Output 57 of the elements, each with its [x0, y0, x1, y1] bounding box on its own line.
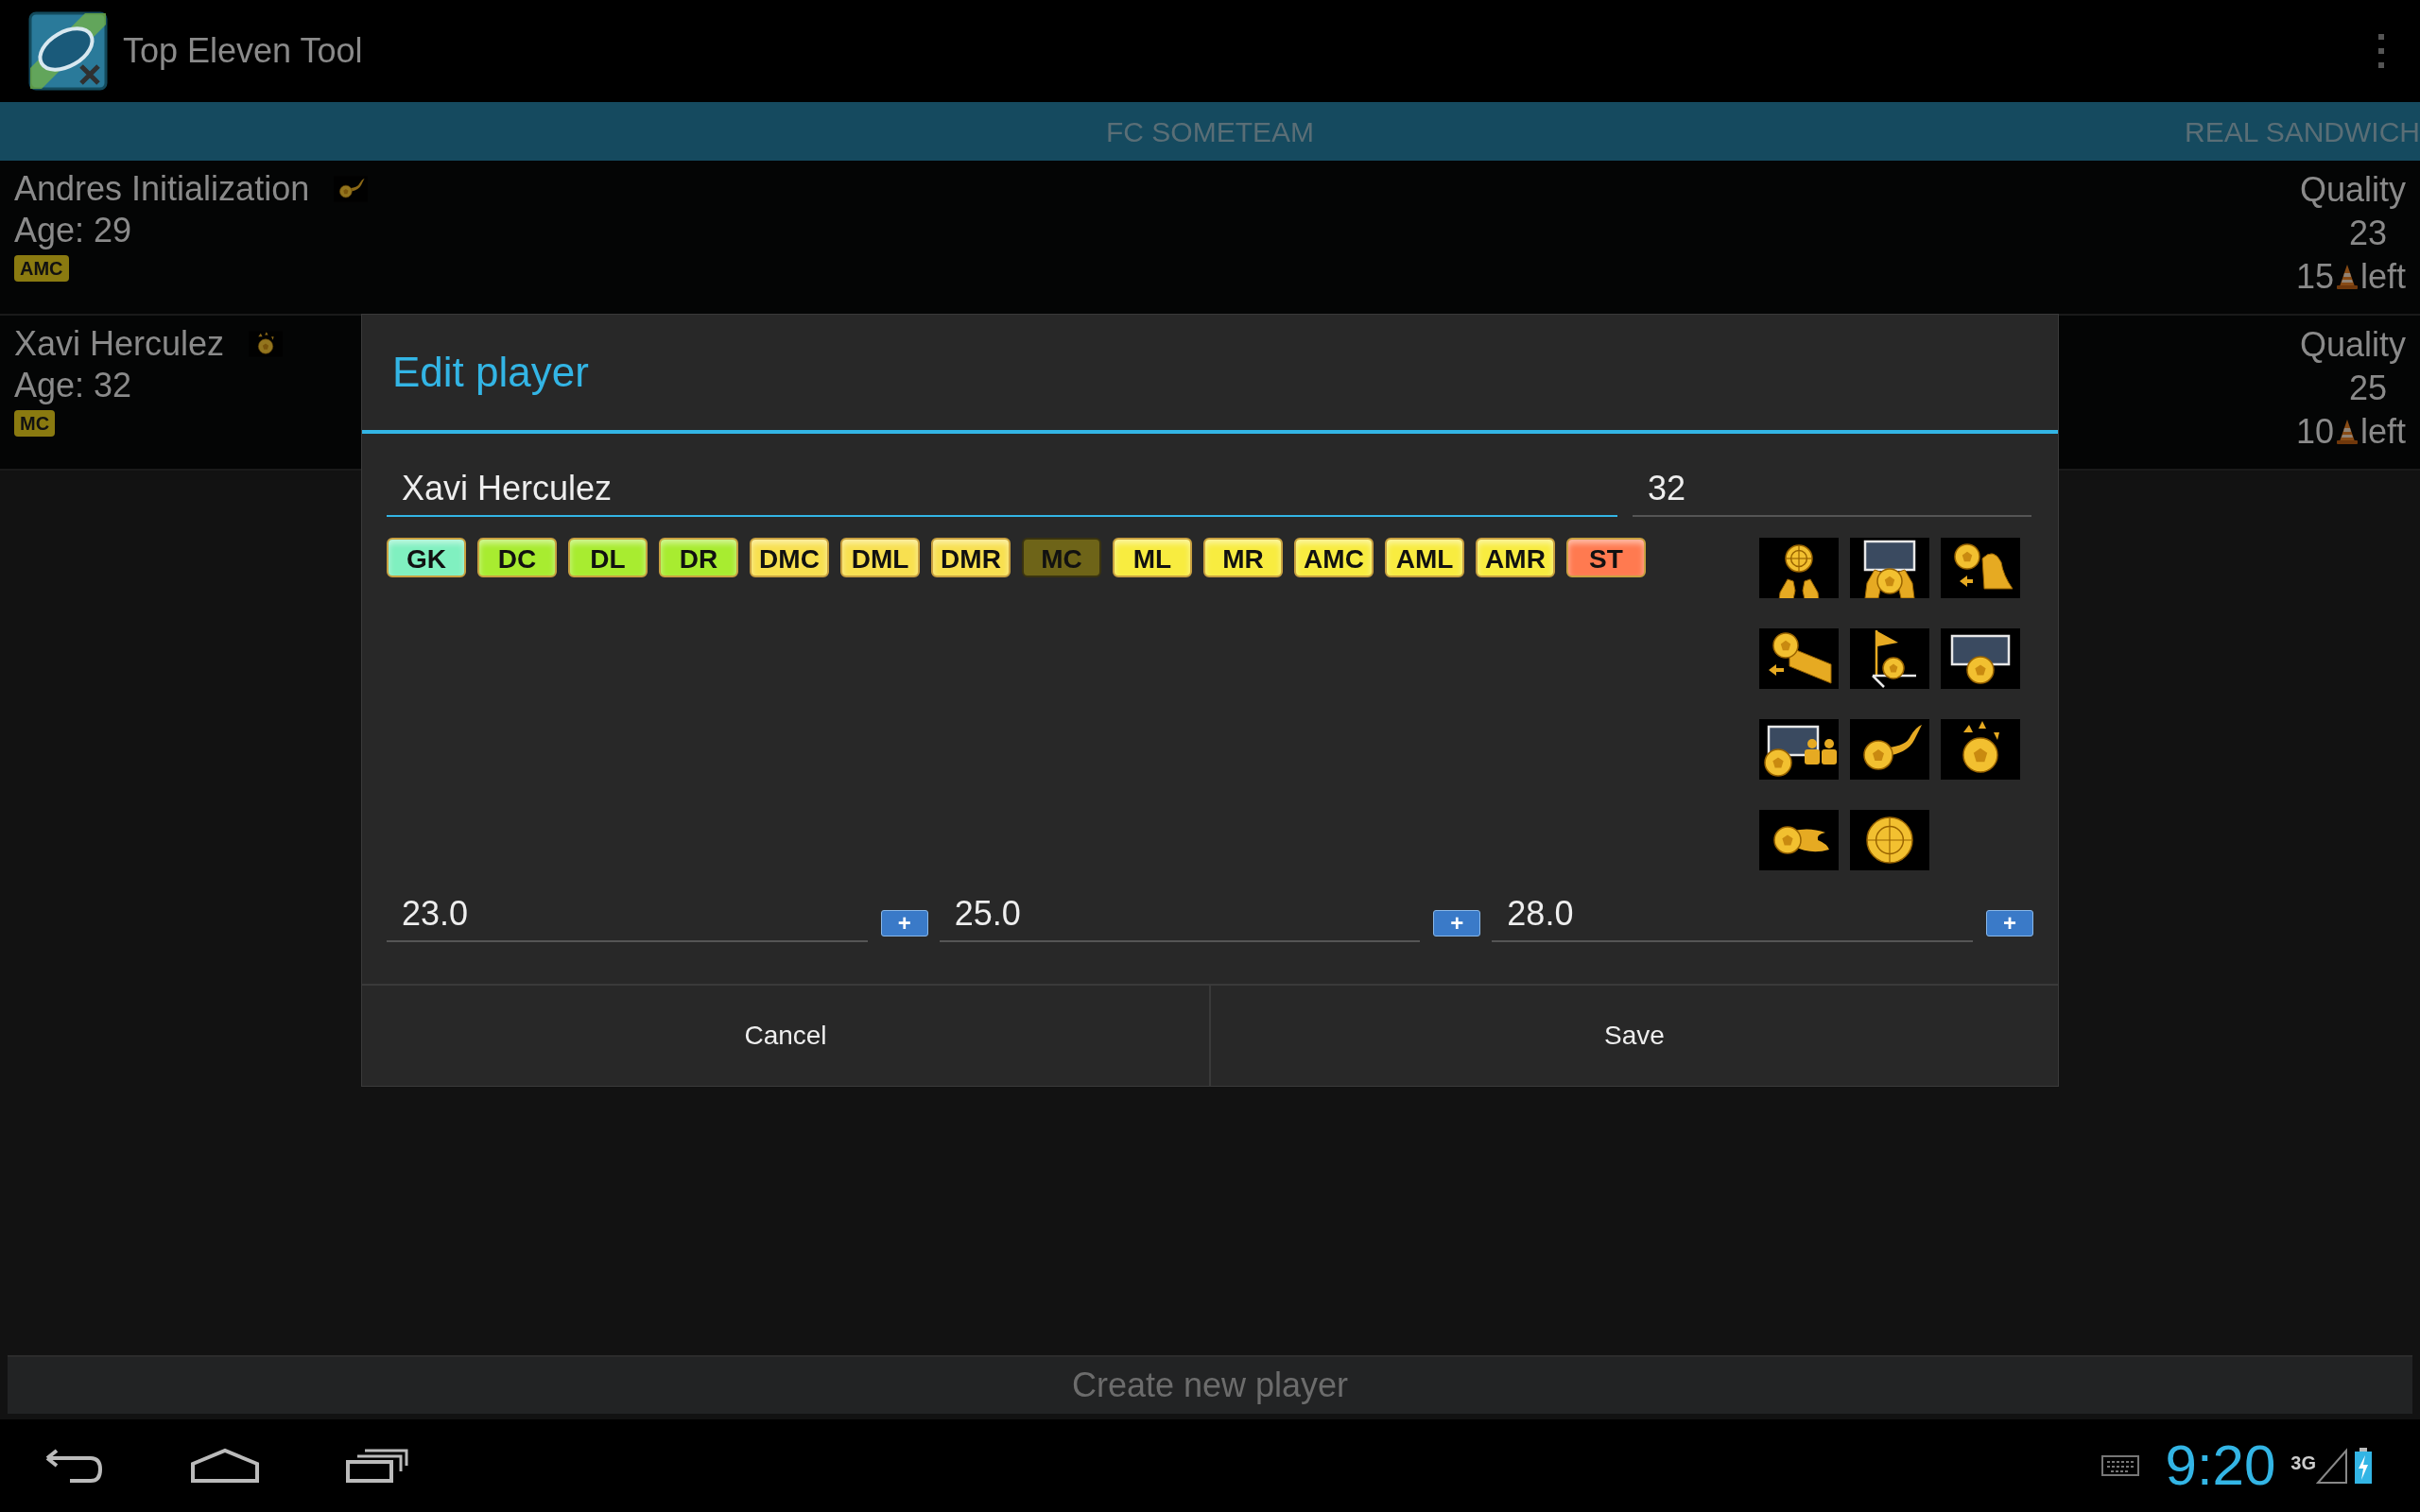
position-toggle[interactable]: ML: [1113, 538, 1192, 577]
dialog-title: Edit player: [392, 348, 589, 397]
position-toggle[interactable]: AMC: [1294, 538, 1374, 577]
quality-label: Quality: [2299, 169, 2406, 211]
signal-icon: [2316, 1447, 2348, 1485]
position-toggle[interactable]: DC: [477, 538, 557, 577]
position-tag: MC: [14, 410, 56, 437]
position-toggle[interactable]: GK: [387, 538, 466, 577]
increment-button[interactable]: +: [1986, 910, 2033, 936]
home-icon[interactable]: [189, 1447, 261, 1485]
dialog-button[interactable]: Save: [1209, 986, 2058, 1086]
clock-time: 9:20: [2165, 1433, 2276, 1499]
battery-charging-icon: [2354, 1447, 2373, 1485]
position-toggle[interactable]: AML: [1385, 538, 1464, 577]
gloves-ball-goal-icon: [1850, 538, 1929, 598]
increment-button[interactable]: +: [1433, 910, 1481, 936]
overflow-menu-icon[interactable]: [2377, 32, 2386, 70]
age-field[interactable]: 32: [1633, 462, 2031, 517]
cone-icon: [2335, 419, 2359, 445]
player-name: Xavi Herculez: [14, 323, 225, 365]
quality-field[interactable]: 23.0: [387, 887, 868, 942]
keyboard-icon: [2100, 1455, 2139, 1476]
app-title: Top Eleven Tool: [123, 30, 363, 72]
position-toggle[interactable]: ST: [1566, 538, 1646, 577]
left-count: 15: [2295, 256, 2334, 298]
player-name-field[interactable]: Xavi Herculez: [387, 462, 1617, 517]
position-toggle[interactable]: DMR: [931, 538, 1011, 577]
position-toggle[interactable]: DR: [659, 538, 738, 577]
position-toggle[interactable]: AMR: [1476, 538, 1555, 577]
cone-icon: [2335, 264, 2359, 290]
player-age: Age: 29: [14, 210, 133, 251]
quality-field[interactable]: 25.0: [939, 887, 1421, 942]
target-icon: [1850, 810, 1929, 870]
left-label: left: [2360, 411, 2406, 453]
dialog-button[interactable]: Cancel: [362, 986, 1209, 1086]
quality-field[interactable]: 28.0: [1492, 887, 1973, 942]
left-count: 10: [2295, 411, 2334, 453]
gloves-target-icon: [1759, 538, 1839, 598]
ball-head-icon: [1941, 538, 2020, 598]
recent-apps-icon[interactable]: [344, 1447, 410, 1485]
player-age: Age: 32: [14, 365, 133, 406]
ball-wall-icon: [1759, 628, 1839, 689]
ball-arrows-icon: [1941, 719, 2020, 780]
quality-value: 25: [2348, 368, 2387, 409]
increment-button[interactable]: +: [880, 910, 928, 936]
left-label: left: [2360, 256, 2406, 298]
position-toggle[interactable]: DMC: [750, 538, 829, 577]
player-name: Andres Initialization: [14, 168, 310, 210]
position-toggle[interactable]: MR: [1203, 538, 1283, 577]
player-row[interactable]: Andres Initialization Age: 29 AMC Quality 23 15 left: [0, 161, 2420, 316]
quality-label: Quality: [2299, 324, 2406, 366]
position-tag: AMC: [14, 255, 69, 282]
app-logo-icon: [28, 11, 108, 91]
network-type: 3G: [2290, 1452, 2316, 1475]
position-toggle[interactable]: DL: [568, 538, 648, 577]
quality-value: 23: [2348, 213, 2387, 254]
position-toggle[interactable]: DML: [840, 538, 920, 577]
